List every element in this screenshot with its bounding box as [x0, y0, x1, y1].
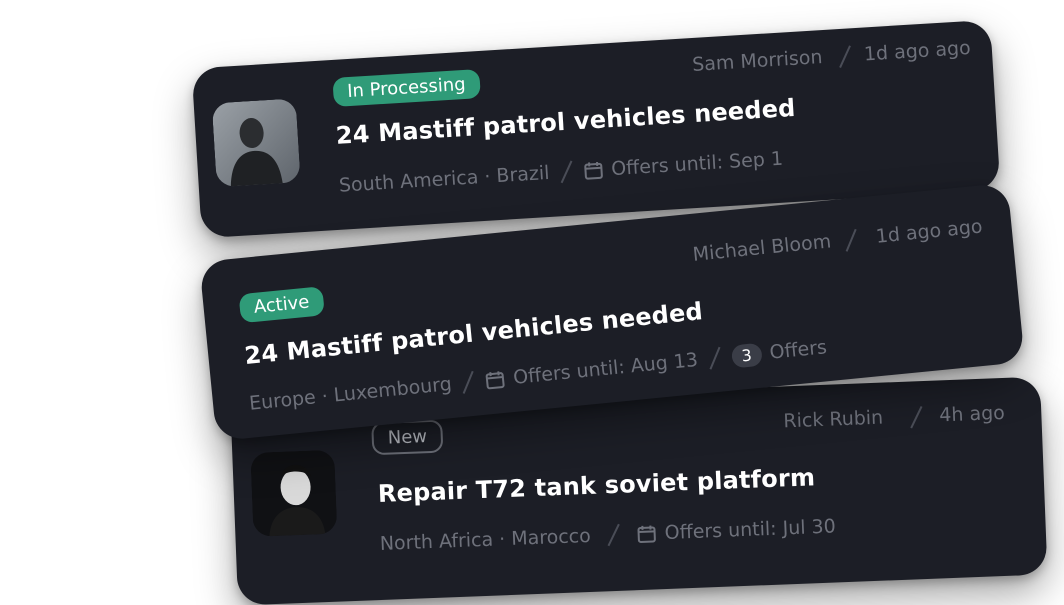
offers-count-badge: 3 [730, 342, 762, 368]
status-badge: Active [238, 286, 324, 323]
location: North Africa · Marocco [379, 525, 591, 555]
request-title[interactable]: Repair T72 tank soviet platform [377, 463, 815, 508]
separator [910, 406, 922, 428]
offers-deadline: Offers until: Jul 30 [664, 515, 836, 544]
offers-deadline: Offers until: Sep 1 [611, 148, 784, 180]
author-name[interactable]: Michael Bloom [692, 230, 832, 265]
request-meta: South America · Brazil Offers until: Sep… [338, 147, 783, 198]
author-name[interactable]: Sam Morrison [692, 46, 824, 76]
request-meta: North Africa · Marocco Offers until: Jul… [379, 514, 836, 555]
separator [463, 371, 474, 394]
location: Europe · Luxembourg [248, 373, 453, 415]
calendar-icon [636, 523, 657, 544]
avatar [250, 450, 337, 537]
separator [560, 161, 572, 184]
offers-label[interactable]: Offers [769, 336, 828, 364]
posted-time: 1d ago ago [863, 37, 971, 65]
separator [839, 45, 851, 68]
calendar-icon [484, 369, 506, 391]
offers-deadline: Offers until: Aug 13 [512, 349, 699, 389]
posted-time: 4h ago [939, 402, 1005, 426]
location: South America · Brazil [338, 162, 550, 197]
calendar-icon [583, 160, 604, 181]
author-name[interactable]: Rick Rubin [783, 407, 884, 433]
separator [709, 347, 720, 370]
status-badge: In Processing [332, 69, 480, 107]
posted-time: 1d ago ago [875, 216, 984, 248]
separator [846, 229, 857, 252]
separator [608, 524, 620, 546]
avatar [212, 98, 301, 187]
